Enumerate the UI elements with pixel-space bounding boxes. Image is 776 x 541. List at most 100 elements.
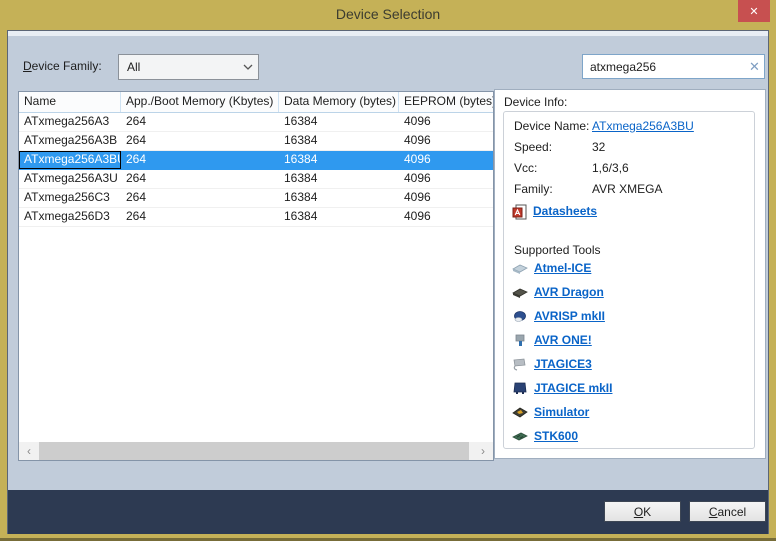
device-family-selected-value: All	[119, 60, 238, 74]
cell-app-boot: 264	[121, 170, 279, 188]
scroll-right-arrow-icon[interactable]: ›	[473, 442, 493, 460]
device-family-dropdown[interactable]: All	[118, 54, 259, 80]
tool-item-avr-dragon: AVR Dragon	[512, 284, 612, 300]
device-info-groupbox: Device Name: ATxmega256A3BU Speed: 32 Vc…	[503, 111, 755, 449]
ok-button[interactable]: OK	[604, 501, 681, 522]
datasheets-row: Datasheets	[512, 202, 597, 220]
column-header-name[interactable]: Name	[19, 92, 121, 112]
cell-eeprom: 4096	[399, 189, 493, 207]
cell-data-memory: 16384	[279, 132, 399, 150]
speed-label: Speed:	[514, 140, 592, 156]
tool-item-jtagice3: JTAGICE3	[512, 356, 612, 372]
pdf-document-icon	[512, 204, 528, 218]
chevron-down-icon	[238, 64, 258, 70]
table-row-selected[interactable]: ATxmega256A3BU 264 16384 4096	[19, 151, 493, 170]
tool-item-simulator: Simulator	[512, 404, 612, 420]
top-highlight-strip	[8, 31, 768, 36]
close-icon: ✕	[749, 5, 758, 18]
cell-name: ATxmega256A3B	[19, 132, 121, 150]
atmel-ice-icon	[512, 261, 528, 275]
cell-data-memory: 16384	[279, 151, 399, 169]
footer-bar: OK Cancel	[8, 490, 768, 534]
close-button[interactable]: ✕	[738, 0, 770, 22]
device-family-label: Device Family:	[23, 59, 102, 73]
cell-eeprom: 4096	[399, 208, 493, 226]
table-row[interactable]: ATxmega256A3U 264 16384 4096	[19, 170, 493, 189]
jtagice-mkii-icon	[512, 381, 528, 395]
column-header-app-boot-memory[interactable]: App./Boot Memory (Kbytes)	[121, 92, 279, 112]
cell-data-memory: 16384	[279, 189, 399, 207]
device-info-panel: Device Info: Device Name: ATxmega256A3BU…	[494, 89, 766, 459]
tool-link[interactable]: Atmel-ICE	[534, 261, 591, 275]
table-row[interactable]: ATxmega256D3 264 16384 4096	[19, 208, 493, 227]
window-title: Device Selection	[0, 6, 776, 22]
device-info-title: Device Info:	[504, 95, 567, 109]
table-row[interactable]: ATxmega256A3B 264 16384 4096	[19, 132, 493, 151]
tool-item-atmel-ice: Atmel-ICE	[512, 260, 612, 276]
cell-eeprom: 4096	[399, 151, 493, 169]
tool-link[interactable]: AVRISP mkII	[534, 309, 605, 323]
cell-name: ATxmega256A3	[19, 113, 121, 131]
vcc-value: 1,6/3,6	[592, 161, 629, 177]
cell-data-memory: 16384	[279, 170, 399, 188]
field-speed: Speed: 32	[514, 140, 605, 156]
cell-name: ATxmega256A3U	[19, 170, 121, 188]
tool-link[interactable]: AVR Dragon	[534, 285, 604, 299]
tool-item-jtagice-mkii: JTAGICE mkII	[512, 380, 612, 396]
device-search-box: ✕	[582, 54, 765, 79]
cell-name: ATxmega256C3	[19, 189, 121, 207]
tool-link[interactable]: AVR ONE!	[534, 333, 592, 347]
supported-tools-title: Supported Tools	[514, 243, 601, 257]
table-header-row: Name App./Boot Memory (Kbytes) Data Memo…	[19, 92, 493, 113]
cell-eeprom: 4096	[399, 170, 493, 188]
titlebar[interactable]: Device Selection ✕	[0, 0, 776, 30]
stk600-icon	[512, 429, 528, 443]
field-device-name: Device Name: ATxmega256A3BU	[514, 119, 694, 135]
tool-item-stk600: STK600	[512, 428, 612, 444]
cell-app-boot: 264	[121, 151, 279, 169]
vcc-label: Vcc:	[514, 161, 592, 177]
cell-name: ATxmega256D3	[19, 208, 121, 226]
tool-link[interactable]: Simulator	[534, 405, 589, 419]
cell-app-boot: 264	[121, 208, 279, 226]
horizontal-scrollbar[interactable]: ‹ ›	[19, 442, 493, 460]
speed-value: 32	[592, 140, 605, 156]
avr-one-icon	[512, 333, 528, 347]
cell-data-memory: 16384	[279, 208, 399, 226]
datasheets-link[interactable]: Datasheets	[533, 204, 597, 218]
device-table: Name App./Boot Memory (Kbytes) Data Memo…	[18, 91, 494, 461]
cell-eeprom: 4096	[399, 132, 493, 150]
tool-link[interactable]: JTAGICE3	[534, 357, 592, 371]
tool-link[interactable]: STK600	[534, 429, 578, 443]
column-header-eeprom[interactable]: EEPROM (bytes)	[399, 92, 493, 112]
scroll-left-arrow-icon[interactable]: ‹	[19, 442, 39, 460]
family-label: Family:	[514, 182, 592, 198]
device-search-input[interactable]	[583, 56, 745, 77]
cell-app-boot: 264	[121, 132, 279, 150]
cancel-button[interactable]: Cancel	[689, 501, 766, 522]
device-name-label: Device Name:	[514, 119, 592, 135]
device-selection-dialog: Device Selection ✕ Device Family: All ✕ …	[0, 0, 776, 541]
search-clear-icon[interactable]: ✕	[745, 59, 764, 75]
column-header-data-memory[interactable]: Data Memory (bytes)	[279, 92, 399, 112]
cell-app-boot: 264	[121, 189, 279, 207]
avr-dragon-icon	[512, 285, 528, 299]
simulator-icon	[512, 405, 528, 419]
tool-item-avr-one: AVR ONE!	[512, 332, 612, 348]
family-value: AVR XMEGA	[592, 182, 662, 198]
field-vcc: Vcc: 1,6/3,6	[514, 161, 629, 177]
field-family: Family: AVR XMEGA	[514, 182, 662, 198]
supported-tools-list: Atmel-ICE AVR Dragon	[512, 260, 612, 444]
tool-item-avrisp-mkii: AVRISP mkII	[512, 308, 612, 324]
table-row[interactable]: ATxmega256C3 264 16384 4096	[19, 189, 493, 208]
cell-eeprom: 4096	[399, 113, 493, 131]
scrollbar-thumb[interactable]	[39, 442, 469, 460]
dialog-content: Device Family: All ✕ Name App./Boot Memo…	[7, 30, 769, 534]
device-name-link[interactable]: ATxmega256A3BU	[592, 119, 694, 135]
jtagice3-icon	[512, 357, 528, 371]
tool-link[interactable]: JTAGICE mkII	[534, 381, 612, 395]
cell-data-memory: 16384	[279, 113, 399, 131]
avrisp-mkii-icon	[512, 309, 528, 323]
cell-name: ATxmega256A3BU	[19, 151, 121, 169]
table-row[interactable]: ATxmega256A3 264 16384 4096	[19, 113, 493, 132]
